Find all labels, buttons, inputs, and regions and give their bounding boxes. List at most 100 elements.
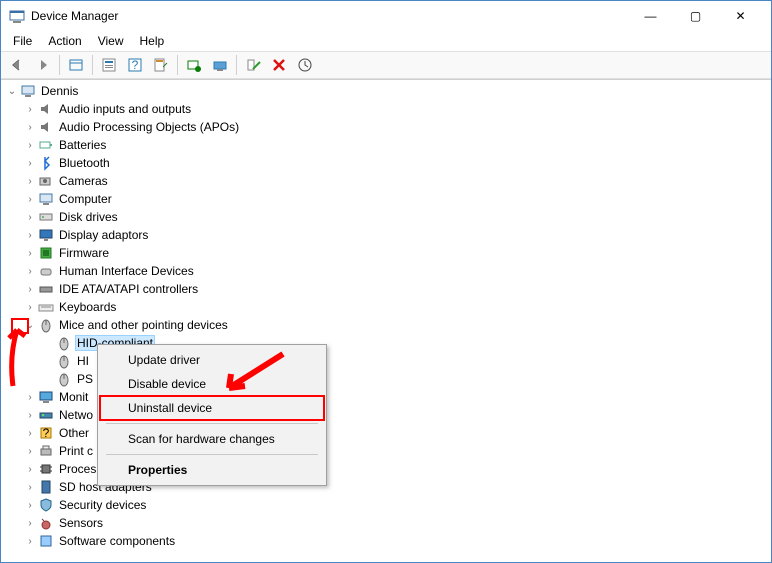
ctx-disable-device[interactable]: Disable device xyxy=(100,372,324,396)
other-icon: ? xyxy=(38,425,54,441)
chevron-right-icon[interactable]: › xyxy=(23,408,37,422)
show-hidden-button[interactable] xyxy=(64,53,88,77)
chevron-right-icon[interactable]: › xyxy=(23,228,37,242)
chevron-right-icon[interactable]: › xyxy=(23,300,37,314)
menu-help[interactable]: Help xyxy=(132,32,173,50)
tree-item[interactable]: › Display adaptors xyxy=(23,226,771,244)
chevron-right-icon[interactable]: › xyxy=(23,246,37,260)
menu-view[interactable]: View xyxy=(90,32,132,50)
action-button[interactable] xyxy=(149,53,173,77)
chevron-right-icon[interactable]: › xyxy=(23,174,37,188)
chevron-right-icon[interactable]: › xyxy=(23,156,37,170)
chevron-right-icon[interactable]: › xyxy=(23,534,37,548)
menu-file[interactable]: File xyxy=(5,32,40,50)
tree-item[interactable]: › Firmware xyxy=(23,244,771,262)
item-label: Security devices xyxy=(57,497,148,513)
mouse-icon xyxy=(56,335,72,351)
maximize-button[interactable]: ▢ xyxy=(673,1,718,31)
tree-item[interactable]: › Sensors xyxy=(23,514,771,532)
disp-icon xyxy=(38,227,54,243)
scan-hardware-button[interactable] xyxy=(293,53,317,77)
item-label: Computer xyxy=(57,191,114,207)
item-label: Display adaptors xyxy=(57,227,150,243)
minimize-button[interactable]: — xyxy=(628,1,673,31)
item-label: Audio inputs and outputs xyxy=(57,101,193,117)
chevron-right-icon[interactable]: › xyxy=(23,480,37,494)
properties-button[interactable] xyxy=(97,53,121,77)
battery-icon xyxy=(38,137,54,153)
item-label: Human Interface Devices xyxy=(57,263,196,279)
chevron-right-icon[interactable]: › xyxy=(23,498,37,512)
tree-item[interactable]: › Software components xyxy=(23,532,771,550)
close-button[interactable]: ✕ xyxy=(718,1,763,31)
svg-text:?: ? xyxy=(132,58,139,72)
print-icon xyxy=(38,443,54,459)
chevron-right-icon[interactable]: › xyxy=(23,444,37,458)
bt-icon xyxy=(38,155,54,171)
back-button[interactable] xyxy=(5,53,29,77)
hid-icon xyxy=(38,263,54,279)
menu-action[interactable]: Action xyxy=(40,32,89,50)
item-label: Print c xyxy=(57,443,95,459)
chevron-right-icon[interactable]: › xyxy=(23,390,37,404)
tree-item[interactable]: ⌄ Mice and other pointing devices xyxy=(23,316,771,334)
item-label: Keyboards xyxy=(57,299,118,315)
item-label: Sensors xyxy=(57,515,105,531)
ctx-properties[interactable]: Properties xyxy=(100,458,324,482)
window-title: Device Manager xyxy=(31,9,628,23)
item-label: Bluetooth xyxy=(57,155,112,171)
tree-item[interactable]: › Keyboards xyxy=(23,298,771,316)
chevron-right-icon[interactable]: › xyxy=(23,282,37,296)
disk-icon xyxy=(38,209,54,225)
item-label: Netwo xyxy=(57,407,95,423)
item-label: Disk drives xyxy=(57,209,120,225)
tree-item[interactable]: › Batteries xyxy=(23,136,771,154)
item-label: Audio Processing Objects (APOs) xyxy=(57,119,241,135)
scan-button[interactable] xyxy=(208,53,232,77)
sd-icon xyxy=(38,479,54,495)
uninstall-button[interactable] xyxy=(267,53,291,77)
audio-icon xyxy=(38,119,54,135)
item-label: Firmware xyxy=(57,245,111,261)
chevron-down-icon[interactable]: ⌄ xyxy=(5,84,19,98)
chevron-down-icon[interactable]: ⌄ xyxy=(23,318,37,332)
forward-button[interactable] xyxy=(31,53,55,77)
ctx-uninstall-device[interactable]: Uninstall device xyxy=(100,396,324,420)
tree-root[interactable]: ⌄ Dennis xyxy=(5,82,771,100)
chevron-right-icon[interactable]: › xyxy=(23,210,37,224)
sec-icon xyxy=(38,497,54,513)
chevron-right-icon[interactable]: › xyxy=(23,426,37,440)
chevron-right-icon[interactable]: › xyxy=(23,264,37,278)
ide-icon xyxy=(38,281,54,297)
tree-item[interactable]: › Audio inputs and outputs xyxy=(23,100,771,118)
chevron-right-icon[interactable]: › xyxy=(23,102,37,116)
root-label: Dennis xyxy=(39,83,80,99)
chevron-right-icon[interactable]: › xyxy=(23,192,37,206)
net-icon xyxy=(38,407,54,423)
enable-button[interactable] xyxy=(241,53,265,77)
item-label: Proces xyxy=(57,461,98,477)
device-tree-pane[interactable]: ⌄ Dennis › Audio inputs and outputs › Au… xyxy=(1,79,771,562)
help-button[interactable]: ? xyxy=(123,53,147,77)
chevron-right-icon[interactable]: › xyxy=(23,120,37,134)
item-label: Software components xyxy=(57,533,177,549)
title-bar: Device Manager — ▢ ✕ xyxy=(1,1,771,31)
ctx-update-driver[interactable]: Update driver xyxy=(100,348,324,372)
tree-item[interactable]: › Bluetooth xyxy=(23,154,771,172)
tree-item[interactable]: › Cameras xyxy=(23,172,771,190)
computer-icon xyxy=(20,83,36,99)
item-label: Other xyxy=(57,425,91,441)
tree-item[interactable]: › Audio Processing Objects (APOs) xyxy=(23,118,771,136)
chevron-right-icon[interactable]: › xyxy=(23,138,37,152)
chevron-right-icon[interactable]: › xyxy=(23,462,37,476)
sens-icon xyxy=(38,515,54,531)
tree-item[interactable]: › Computer xyxy=(23,190,771,208)
update-driver-button[interactable] xyxy=(182,53,206,77)
tree-item[interactable]: › Security devices xyxy=(23,496,771,514)
tree-item[interactable]: › Disk drives xyxy=(23,208,771,226)
tree-item[interactable]: › IDE ATA/ATAPI controllers xyxy=(23,280,771,298)
ctx-scan-hardware[interactable]: Scan for hardware changes xyxy=(100,427,324,451)
tree-item[interactable]: › Human Interface Devices xyxy=(23,262,771,280)
chevron-right-icon[interactable]: › xyxy=(23,516,37,530)
menu-separator xyxy=(106,423,318,424)
